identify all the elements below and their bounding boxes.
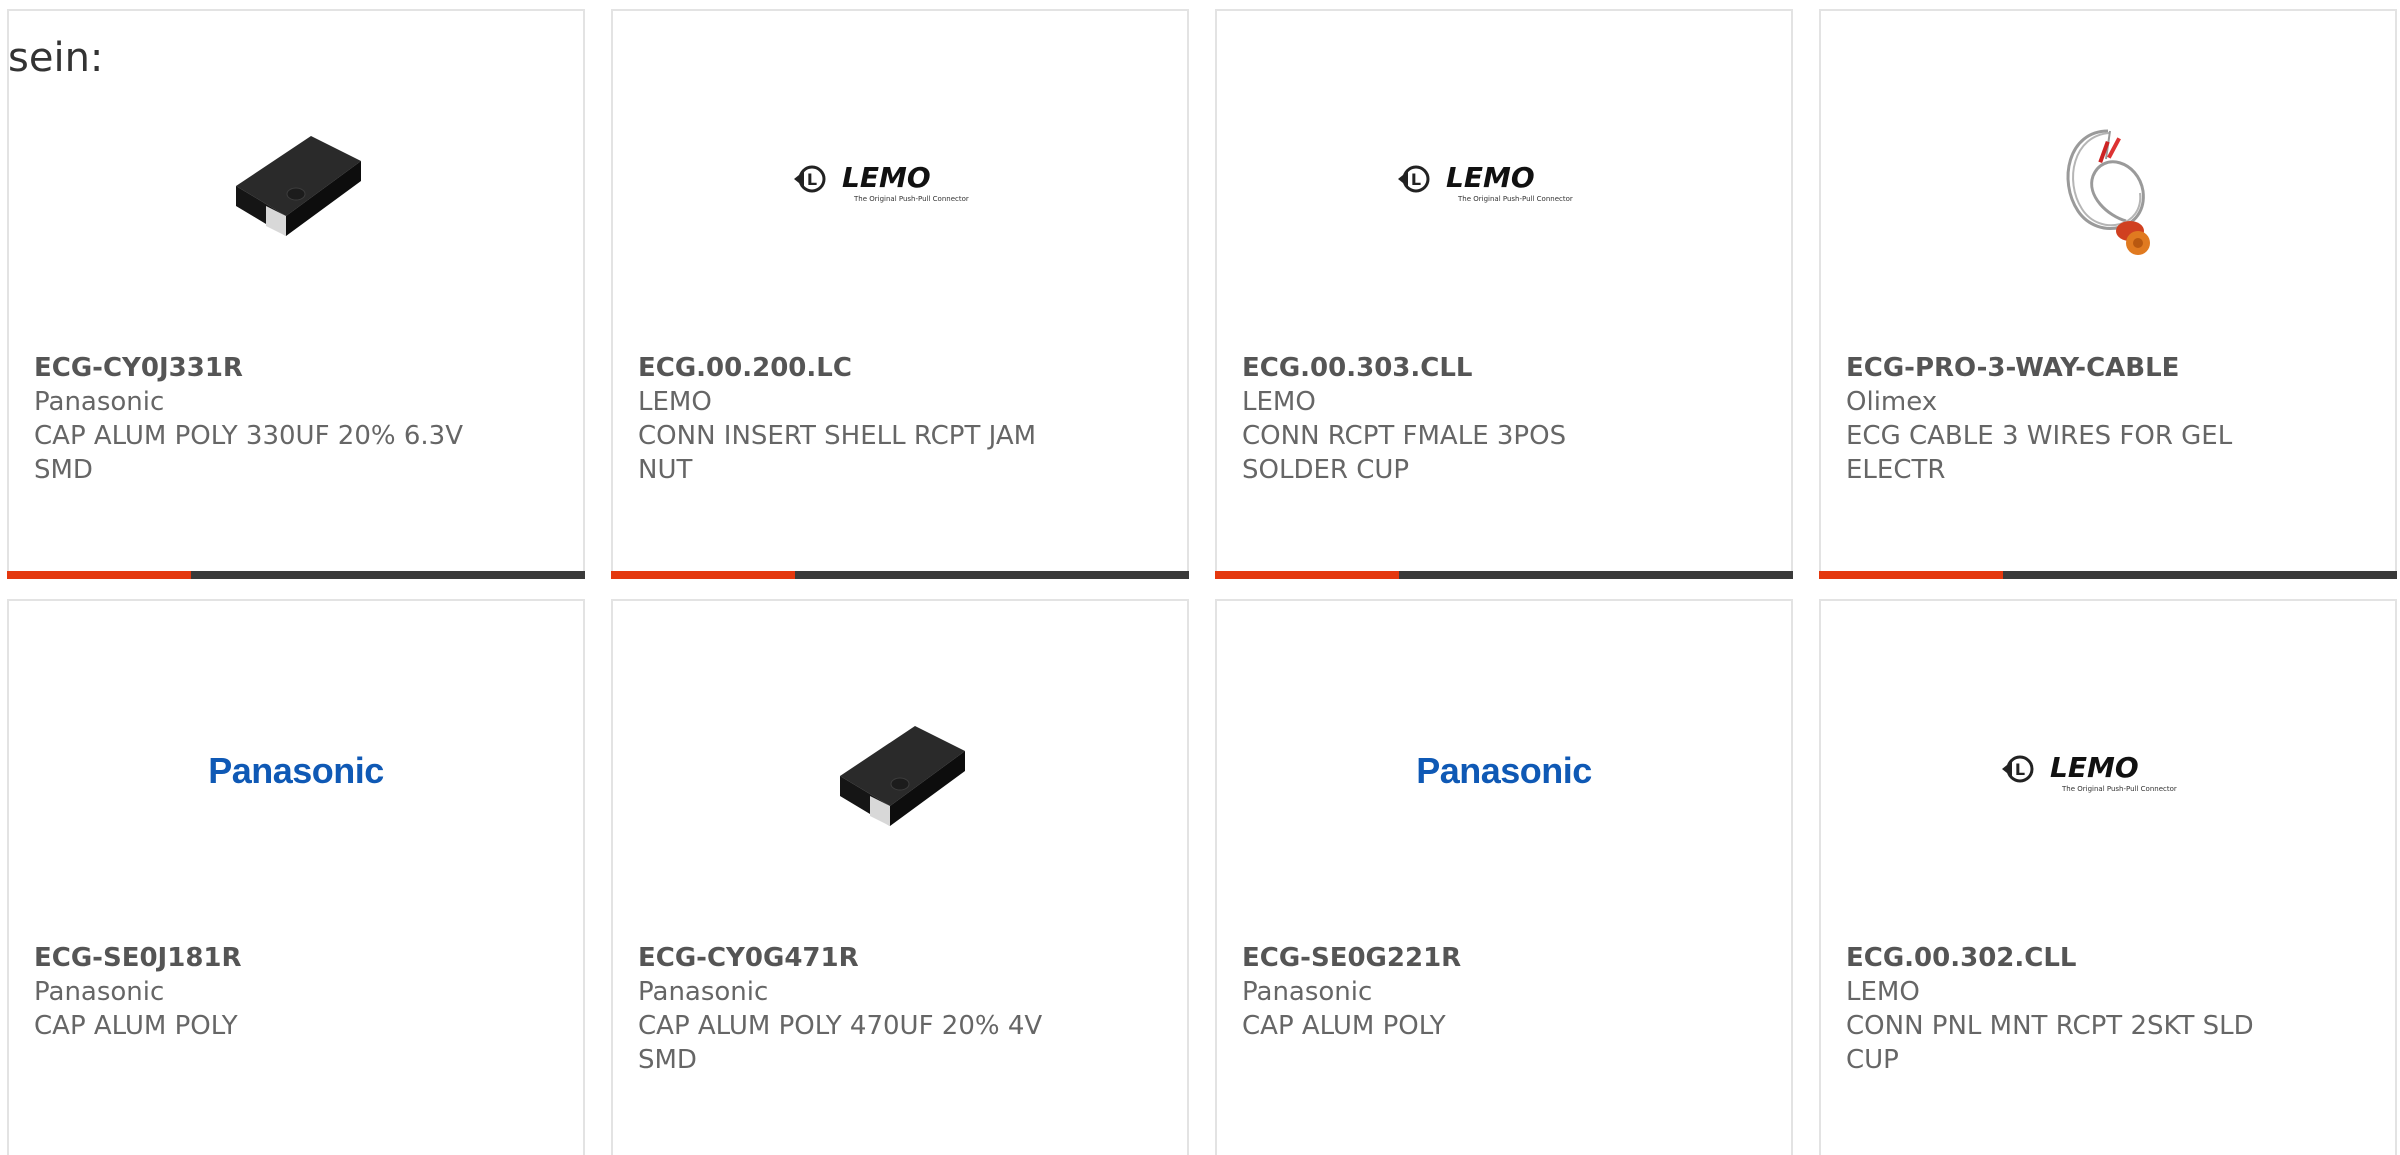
manufacturer: Panasonic xyxy=(34,977,165,1007)
description: CONN INSERT SHELL RCPT JAM xyxy=(638,421,1037,451)
manufacturer: LEMO xyxy=(1242,387,1316,417)
description: NUT xyxy=(638,455,693,485)
description: SMD xyxy=(34,455,93,485)
description: CAP ALUM POLY xyxy=(34,1011,238,1041)
lemo-logo: L LEMO The Original Push-Pull Connector xyxy=(2002,751,2177,793)
panasonic-logo: Panasonic xyxy=(208,750,384,791)
svg-text:The Original Push-Pull Connect: The Original Push-Pull Connector xyxy=(2061,785,2177,793)
manufacturer: LEMO xyxy=(638,387,712,417)
part-number[interactable]: ECG-CY0G471R xyxy=(638,941,1162,975)
svg-text:LEMO: LEMO xyxy=(2050,751,2139,784)
product-image[interactable]: L LEMO The Original Push-Pull Connector xyxy=(1217,91,1791,271)
product-card[interactable]: L LEMO The Original Push-Pull Connector … xyxy=(1819,599,2397,1155)
part-number[interactable]: ECG-PRO-3-WAY-CABLE xyxy=(1846,351,2370,385)
manufacturer: Olimex xyxy=(1846,387,1938,417)
panasonic-logo: Panasonic xyxy=(1416,750,1592,791)
description: ELECTR xyxy=(1846,455,1946,485)
description: CONN RCPT FMALE 3POS xyxy=(1242,421,1567,451)
capacitor-chip-icon xyxy=(840,726,965,826)
product-card[interactable]: L LEMO The Original Push-Pull Connector … xyxy=(1215,9,1793,579)
description: CAP ALUM POLY xyxy=(1242,1011,1446,1041)
card-bar xyxy=(1819,571,2397,579)
description: CONN PNL MNT RCPT 2SKT SLD xyxy=(1846,1011,2254,1041)
product-image[interactable]: Panasonic xyxy=(9,681,583,861)
intro-text: sein: xyxy=(8,35,104,81)
product-card[interactable]: ECG-PRO-3-WAY-CABLE Olimex ECG CABLE 3 W… xyxy=(1819,9,2397,579)
product-card[interactable]: Panasonic ECG-SE0J181R Panasonic CAP ALU… xyxy=(7,599,585,1155)
svg-text:LEMO: LEMO xyxy=(842,161,931,194)
svg-text:LEMO: LEMO xyxy=(1446,161,1535,194)
part-number[interactable]: ECG-SE0G221R xyxy=(1242,941,1766,975)
description: CAP ALUM POLY 470UF 20% 4V xyxy=(638,1011,1043,1041)
svg-text:The Original Push-Pull Connect: The Original Push-Pull Connector xyxy=(1457,195,1573,203)
svg-text:L: L xyxy=(1411,170,1421,189)
product-image[interactable]: L LEMO The Original Push-Pull Connector xyxy=(613,91,1187,271)
part-number[interactable]: ECG-SE0J181R xyxy=(34,941,558,975)
part-number[interactable]: ECG.00.200.LC xyxy=(638,351,1162,385)
card-bar xyxy=(1215,571,1793,579)
card-bar xyxy=(611,571,1189,579)
description: ECG CABLE 3 WIRES FOR GEL xyxy=(1846,421,2233,451)
description: CUP xyxy=(1846,1045,1899,1075)
product-card[interactable]: Panasonic ECG-SE0G221R Panasonic CAP ALU… xyxy=(1215,599,1793,1155)
part-number[interactable]: ECG.00.303.CLL xyxy=(1242,351,1766,385)
product-image[interactable]: Panasonic xyxy=(1217,681,1791,861)
manufacturer: Panasonic xyxy=(34,387,165,417)
lemo-logo: L LEMO The Original Push-Pull Connector xyxy=(1398,161,1573,203)
description: SOLDER CUP xyxy=(1242,455,1410,485)
manufacturer: Panasonic xyxy=(1242,977,1373,1007)
product-card[interactable]: ECG-CY0J331R Panasonic CAP ALUM POLY 330… xyxy=(7,9,585,579)
part-number[interactable]: ECG.00.302.CLL xyxy=(1846,941,2370,975)
lemo-logo: L LEMO The Original Push-Pull Connector xyxy=(794,161,969,203)
svg-text:The Original Push-Pull Connect: The Original Push-Pull Connector xyxy=(853,195,969,203)
capacitor-chip-icon xyxy=(236,136,361,236)
svg-text:L: L xyxy=(807,170,817,189)
description: SMD xyxy=(638,1045,697,1075)
svg-text:L: L xyxy=(2015,760,2025,779)
description: CAP ALUM POLY 330UF 20% 6.3V xyxy=(34,421,463,451)
product-grid-page: sein: ECG-CY0J331R Panasonic CAP ALUM PO… xyxy=(0,0,2400,1155)
product-image[interactable] xyxy=(613,681,1187,861)
product-card[interactable]: ECG-CY0G471R Panasonic CAP ALUM POLY 470… xyxy=(611,599,1189,1155)
manufacturer: Panasonic xyxy=(638,977,769,1007)
card-bar xyxy=(7,571,585,579)
product-image[interactable]: L LEMO The Original Push-Pull Connector xyxy=(1821,681,2395,861)
cable-icon xyxy=(2066,129,2150,255)
product-image[interactable] xyxy=(9,91,583,271)
product-card[interactable]: L LEMO The Original Push-Pull Connector … xyxy=(611,9,1189,579)
manufacturer: LEMO xyxy=(1846,977,1920,1007)
part-number[interactable]: ECG-CY0J331R xyxy=(34,351,558,385)
product-image[interactable] xyxy=(1821,111,2395,291)
